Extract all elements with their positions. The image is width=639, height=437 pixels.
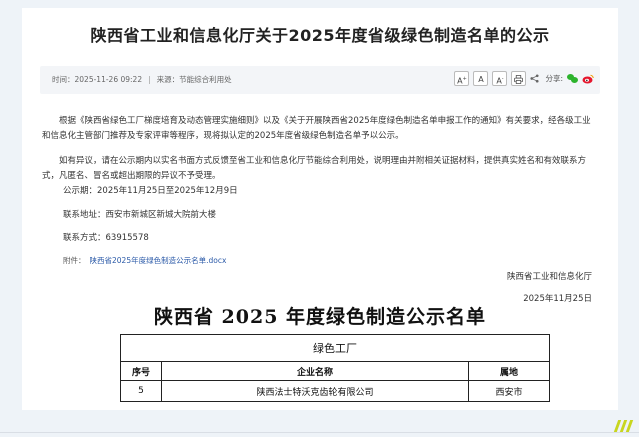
time-label: 时间： (52, 75, 75, 84)
weibo-icon[interactable] (582, 74, 594, 84)
source-label: 来源： (156, 75, 180, 84)
column-header-index: 序号 (120, 361, 162, 381)
publicity-period: 公示期：2025年11月25日至2025年12月9日 (63, 186, 238, 196)
font-normal-button[interactable]: A (473, 71, 489, 86)
column-header-region: 属地 (468, 361, 550, 381)
publish-time: 2025-11-26 09:22 (74, 75, 143, 84)
font-smaller-button[interactable]: A- (492, 71, 508, 86)
paragraph-basis: 根据《陕西省绿色工厂梯度培育及动态管理实施细则》以及《关于开展陕西省2025年度… (42, 116, 591, 141)
attachment: 附件： 陕西省2025年度绿色制造公示名单.docx (63, 255, 226, 266)
share-icon[interactable] (530, 74, 540, 83)
bottom-rule (0, 432, 639, 433)
article-page: 陕西省工业和信息化厅关于2025年度省级绿色制造名单的公示 时间：2025-11… (22, 8, 618, 410)
print-icon (514, 75, 524, 84)
source: 节能综合利用处 (179, 75, 232, 84)
share-label: 分享: (545, 74, 563, 83)
document-title: 陕西省 2025 年度绿色制造公示名单 (153, 306, 487, 328)
font-larger-button[interactable]: A+ (454, 71, 470, 86)
print-button[interactable] (511, 71, 527, 86)
table-row: 5 陕西法士特沃克齿轮有限公司 西安市 (120, 380, 550, 402)
toolbar: A+ A A- 分享: (454, 71, 594, 86)
decorative-stripes (613, 420, 634, 432)
meta-separator: | (148, 75, 151, 84)
signer: 陕西省工业和信息化厅 (506, 272, 592, 282)
table-category: 绿色工厂 (120, 334, 550, 362)
cell-region: 西安市 (468, 380, 550, 402)
cell-index: 5 (120, 380, 162, 402)
attachment-label: 附件： (63, 256, 86, 265)
meta-info: 时间：2025-11-26 09:22 | 来源：节能综合利用处 (52, 74, 232, 85)
meta-bar: 时间：2025-11-26 09:22 | 来源：节能综合利用处 A+ A A- 分… (40, 66, 600, 94)
article-title: 陕西省工业和信息化厅关于2025年度省级绿色制造名单的公示 (90, 26, 550, 45)
paragraph-objection: 如有异议，请在公示期内以实名书面方式反馈至省工业和信息化厅节能综合利用处，说明理… (42, 156, 587, 181)
green-factory-table: 绿色工厂 序号 企业名称 属地 5 陕西法士特沃克齿轮有限公司 西安市 (120, 334, 550, 402)
contact-phone: 联系方式：63915578 (63, 233, 149, 243)
cell-company: 陕西法士特沃克齿轮有限公司 (161, 380, 469, 402)
column-header-company: 企业名称 (161, 361, 469, 381)
contact-address: 联系地址：西安市新城区新城大院前大楼 (63, 210, 217, 220)
wechat-icon[interactable] (567, 74, 578, 83)
attachment-link[interactable]: 陕西省2025年度绿色制造公示名单.docx (90, 256, 227, 265)
